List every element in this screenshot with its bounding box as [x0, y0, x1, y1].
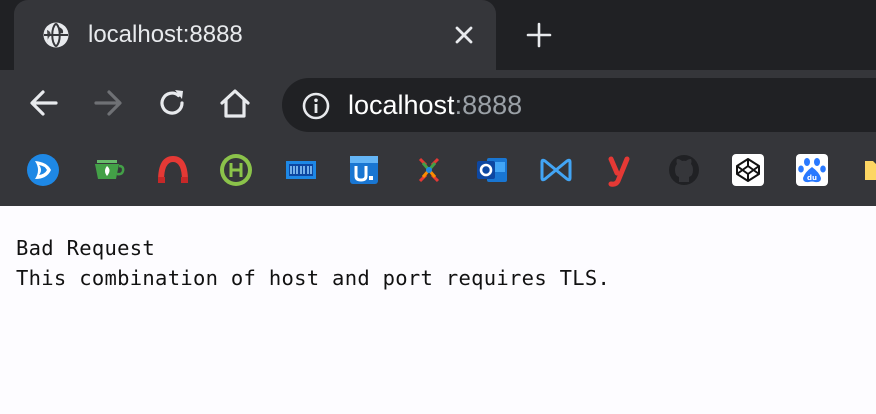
bookmark-bowtie-icon[interactable]: [538, 152, 574, 188]
page-content: Bad Request This combination of host and…: [0, 206, 876, 414]
globe-icon: [42, 21, 70, 49]
bookmark-blue-u-icon[interactable]: [346, 152, 382, 188]
reload-icon[interactable]: [155, 86, 189, 120]
bookmark-red-y-icon[interactable]: [602, 152, 638, 188]
bookmark-green-h-icon[interactable]: [218, 152, 254, 188]
url-port: :8888: [454, 90, 523, 120]
url-host: localhost: [348, 90, 455, 120]
bookmark-github-icon[interactable]: [666, 152, 702, 188]
forward-arrow-icon[interactable]: [91, 86, 125, 120]
bookmark-outlook-icon[interactable]: [474, 152, 510, 188]
error-message: This combination of host and port requir…: [16, 266, 611, 290]
tab-title: localhost:8888: [88, 21, 243, 48]
bookmark-red-arc-icon[interactable]: [155, 152, 191, 188]
bookmark-multicolor-icon[interactable]: [411, 152, 447, 188]
bookmark-blue-circle-icon[interactable]: [25, 152, 61, 188]
bookmark-baidu-icon[interactable]: du: [794, 152, 830, 188]
bookmark-codepen-icon[interactable]: [730, 152, 766, 188]
address-bar[interactable]: localhost:8888: [282, 78, 876, 132]
back-arrow-icon[interactable]: [27, 86, 61, 120]
bookmark-folder-icon[interactable]: [858, 152, 876, 188]
error-heading: Bad Request: [16, 236, 156, 260]
svg-text:du: du: [807, 174, 817, 182]
bookmark-green-cup-icon[interactable]: [90, 152, 126, 188]
url-text[interactable]: localhost:8888: [348, 88, 522, 122]
tab-strip: localhost:8888: [0, 0, 876, 70]
toolbar: localhost:8888: [0, 70, 876, 138]
active-tab[interactable]: localhost:8888: [14, 0, 496, 70]
bookmarks-bar: du: [0, 138, 876, 206]
home-icon[interactable]: [218, 86, 252, 120]
info-icon[interactable]: [302, 92, 330, 120]
plus-icon[interactable]: [524, 20, 554, 50]
close-icon[interactable]: [450, 21, 478, 49]
bookmark-blue-bar-icon[interactable]: [283, 152, 319, 188]
